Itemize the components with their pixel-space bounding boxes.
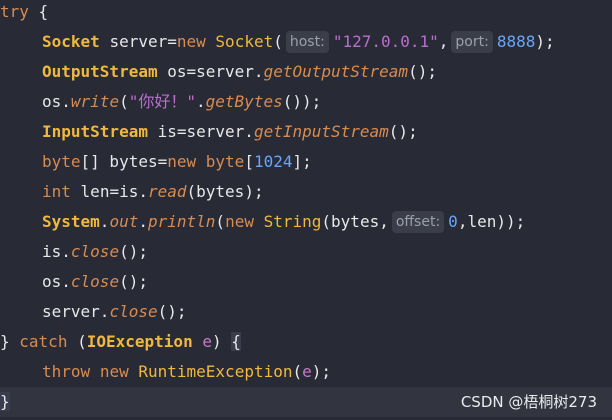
dot: . (196, 92, 206, 111)
keyword-byte: byte (42, 152, 81, 171)
line-end: (); (157, 302, 187, 321)
type-ioexception: IOException (86, 332, 193, 351)
code-line-4[interactable]: os.write("你好！".getBytes()); (0, 87, 612, 117)
line-end: (); (408, 62, 437, 81)
open-brace: { (38, 2, 49, 21)
obj-os: os. (42, 272, 71, 291)
type-outputstream: OutputStream (42, 62, 158, 81)
keyword-new: new (176, 32, 206, 51)
brackets-bytes: [] bytes= (80, 152, 168, 171)
open-paren: ( (273, 32, 283, 51)
param-hint-host: host: (285, 31, 329, 53)
watermark: CSDN @梧桐树273 (460, 393, 597, 411)
code-line-1[interactable]: try { (0, 0, 612, 27)
ctor-string: String (263, 212, 322, 231)
open-paren: ( (292, 362, 303, 381)
line-end: (); (119, 272, 148, 291)
code-line-6[interactable]: byte[] bytes=new byte[1024]; (0, 147, 612, 177)
line-end: ()); (282, 92, 322, 111)
keyword-new: new (225, 212, 254, 231)
line-end: ); (535, 32, 555, 51)
method-getoutputstream: getOutputStream (263, 62, 409, 81)
method-write: write (70, 92, 120, 111)
open-bracket: [ (244, 152, 254, 171)
code-line-9[interactable]: is.close(); (0, 237, 612, 267)
close-brace: } (0, 332, 10, 351)
obj-os: os. (42, 92, 71, 111)
comma: , (438, 32, 449, 51)
field-out: out (109, 212, 139, 231)
param-e: e (202, 332, 212, 351)
obj-server: server. (42, 302, 110, 321)
keyword-throw: throw (42, 362, 91, 381)
open-brace-highlighted: { (231, 332, 241, 351)
method-read: read (147, 182, 187, 201)
param-e: e (302, 362, 312, 381)
close-brace-highlighted: } (0, 392, 10, 411)
method-close: close (109, 302, 158, 321)
code-line-2[interactable]: Socket server=new Socket(host: "127.0.0.1… (0, 27, 612, 57)
param-hint-port: port: (451, 31, 493, 53)
code-line-8[interactable]: System.out.println(new String(bytes, offs… (0, 207, 612, 237)
code-line-3[interactable]: OutputStream os=server.getOutputStream()… (0, 57, 612, 87)
type-system: System (42, 212, 100, 231)
keyword-new: new (167, 152, 197, 171)
string-literal-hello: "你好！" (128, 92, 196, 111)
var-server: server= (109, 32, 177, 51)
keyword-new: new (99, 362, 129, 381)
args-bytes: (bytes, (321, 212, 389, 231)
type-socket: Socket (42, 32, 100, 51)
number-zero: 0 (448, 212, 458, 231)
code-line-7[interactable]: int len=is.read(bytes); (0, 177, 612, 207)
ctor-socket: Socket (215, 32, 274, 51)
line-end: (); (388, 122, 418, 141)
method-getbytes: getBytes (205, 92, 283, 111)
obj-is: is. (42, 242, 71, 261)
code-line-12[interactable]: } catch (IOException e) { (0, 327, 612, 357)
dot: . (138, 212, 148, 231)
line-end: ]; (292, 152, 312, 171)
keyword-byte-2: byte (205, 152, 245, 171)
line-end: (bytes); (186, 182, 264, 201)
code-line-5[interactable]: InputStream is=server.getInputStream(); (0, 117, 612, 147)
code-line-10[interactable]: os.close(); (0, 267, 612, 297)
dot: . (99, 212, 110, 231)
param-hint-offset: offset: (391, 211, 445, 233)
keyword-catch: catch (19, 332, 68, 351)
method-close: close (70, 242, 120, 261)
code-line-13[interactable]: throw new RuntimeException(e); (0, 357, 612, 387)
assign-len: len=is. (80, 182, 148, 201)
open-paren: ( (215, 212, 226, 231)
number-port: 8888 (496, 32, 536, 51)
assign-os: os=server. (167, 62, 264, 81)
ctor-runtimeexception: RuntimeException (138, 362, 293, 381)
line-end: ,len)); (457, 212, 526, 231)
line-end: (); (119, 242, 148, 261)
keyword-try: try (0, 2, 29, 21)
type-inputstream: InputStream (42, 122, 148, 141)
assign-is: is=server. (157, 122, 254, 141)
method-println: println (147, 212, 216, 231)
method-close: close (70, 272, 120, 291)
line-end: ); (311, 362, 332, 381)
open-paren: ( (119, 92, 129, 111)
number-1024: 1024 (253, 152, 293, 171)
keyword-int: int (42, 182, 71, 201)
code-editor[interactable]: try { Socket server=new Socket(host: "127… (0, 0, 612, 420)
string-literal-ip: "127.0.0.1" (332, 32, 439, 51)
method-getinputstream: getInputStream (253, 122, 389, 141)
close-paren: ) (211, 332, 222, 351)
code-line-11[interactable]: server.close(); (0, 297, 612, 327)
open-paren: ( (77, 332, 87, 351)
